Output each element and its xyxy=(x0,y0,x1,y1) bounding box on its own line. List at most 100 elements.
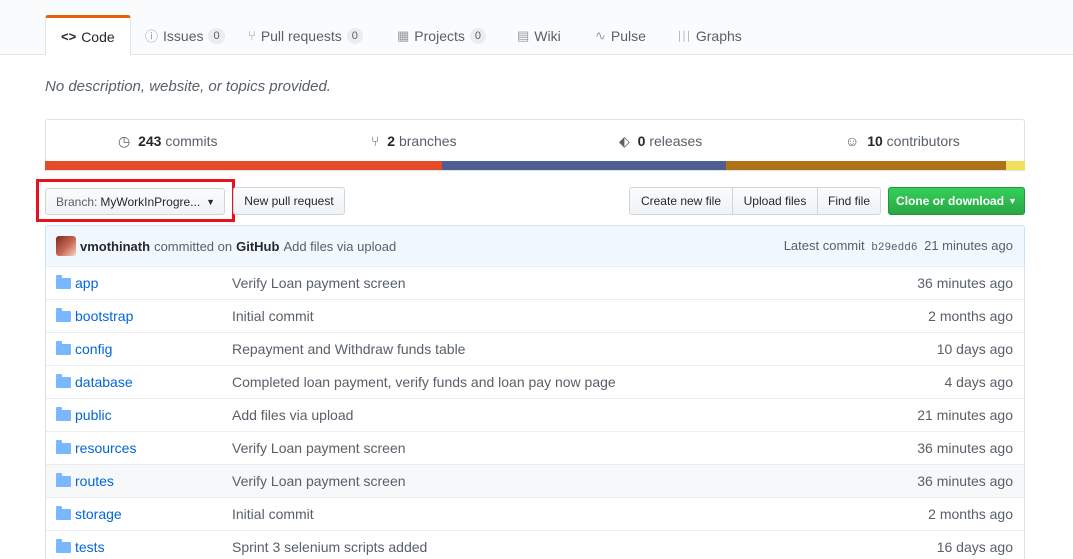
tab-pulse[interactable]: ∿ Pulse xyxy=(595,15,646,56)
branches-link[interactable]: ⑂ 2 branches xyxy=(371,133,457,149)
file-commit-message[interactable]: Add files via upload xyxy=(232,407,353,423)
tab-projects[interactable]: ▦ Projects 0 xyxy=(397,15,486,56)
graph-icon: │││ xyxy=(677,30,692,41)
pull-requests-counter: 0 xyxy=(346,27,363,44)
releases-count: 0 xyxy=(637,133,646,149)
branch-select-button[interactable]: Branch: MyWorkInProgre... ▼ xyxy=(45,188,225,215)
file-name-link[interactable]: database xyxy=(75,374,133,390)
file-name-link[interactable]: storage xyxy=(75,506,122,522)
language-segment xyxy=(45,161,442,170)
tab-graphs[interactable]: │││ Graphs xyxy=(677,15,742,56)
issue-icon: ⓘ xyxy=(145,29,159,44)
file-name-link[interactable]: tests xyxy=(75,539,105,555)
repo-nav: <> Code ⓘ Issues 0 ⑂ Pull requests 0 ▦ P… xyxy=(0,0,1073,56)
file-commit-message[interactable]: Completed loan payment, verify funds and… xyxy=(232,374,616,390)
contributors-count: 10 xyxy=(867,133,883,149)
file-commit-message[interactable]: Verify Loan payment screen xyxy=(232,473,406,489)
file-age: 36 minutes ago xyxy=(917,275,1013,291)
file-commit-message[interactable]: Verify Loan payment screen xyxy=(232,275,406,291)
file-name-link[interactable]: config xyxy=(75,341,112,357)
table-row: config Repayment and Withdraw funds tabl… xyxy=(46,332,1024,365)
tab-wiki[interactable]: ▤ Wiki xyxy=(517,15,561,56)
branches-label: branches xyxy=(398,133,457,149)
tab-label: Pull requests xyxy=(260,27,342,44)
tab-code[interactable]: <> Code xyxy=(45,15,131,56)
tab-label: Issues xyxy=(163,27,204,44)
branches-count: 2 xyxy=(387,133,396,149)
table-row: tests Sprint 3 selenium scripts added 16… xyxy=(46,530,1024,559)
commit-sha[interactable]: b29edd6 xyxy=(871,242,917,254)
file-age: 36 minutes ago xyxy=(917,440,1013,456)
table-row: app Verify Loan payment screen 36 minute… xyxy=(46,266,1024,299)
commit-message[interactable]: Add files via upload xyxy=(283,239,396,254)
upload-files-button[interactable]: Upload files xyxy=(732,187,818,215)
table-row: bootstrap Initial commit 2 months ago xyxy=(46,299,1024,332)
tab-label: Projects xyxy=(414,27,465,44)
clone-label: Clone or download xyxy=(896,194,1005,208)
file-commit-message[interactable]: Sprint 3 selenium scripts added xyxy=(232,539,427,555)
people-icon: ☺ xyxy=(845,133,860,149)
caret-down-icon: ▼ xyxy=(1008,196,1017,206)
create-new-file-button[interactable]: Create new file xyxy=(629,187,733,215)
commits-link[interactable]: ◷ 243 commits xyxy=(118,133,217,150)
tab-issues[interactable]: ⓘ Issues 0 xyxy=(145,15,225,56)
language-segment xyxy=(1006,161,1025,170)
pull-request-icon: ⑂ xyxy=(248,28,256,43)
file-name-link[interactable]: routes xyxy=(75,473,114,489)
file-commit-message[interactable]: Repayment and Withdraw funds table xyxy=(232,341,465,357)
tab-label: Code xyxy=(81,28,115,45)
folder-icon xyxy=(56,538,71,553)
find-file-button[interactable]: Find file xyxy=(817,187,881,215)
file-name-link[interactable]: bootstrap xyxy=(75,308,133,324)
latest-commit-bar: vmothinath committed on GitHub Add files… xyxy=(45,225,1025,267)
folder-icon xyxy=(56,505,71,520)
releases-label: releases xyxy=(649,133,703,149)
projects-counter: 0 xyxy=(469,27,486,44)
file-list: app Verify Loan payment screen 36 minute… xyxy=(45,266,1025,559)
releases-link[interactable]: ⬖ 0 releases xyxy=(619,133,702,150)
file-commit-message[interactable]: Initial commit xyxy=(232,506,314,522)
commits-label: commits xyxy=(165,133,218,149)
file-commit-message[interactable]: Initial commit xyxy=(232,308,314,324)
file-age: 21 minutes ago xyxy=(917,407,1013,423)
file-name-link[interactable]: public xyxy=(75,407,112,423)
clone-or-download-button[interactable]: Clone or download ▼ xyxy=(888,187,1025,215)
folder-icon xyxy=(56,373,71,388)
file-age: 4 days ago xyxy=(944,374,1014,390)
folder-icon xyxy=(56,340,71,355)
table-row: routes Verify Loan payment screen 36 min… xyxy=(46,464,1024,497)
table-row: resources Verify Loan payment screen 36 … xyxy=(46,431,1024,464)
language-segment xyxy=(441,161,727,170)
tab-label: Graphs xyxy=(695,27,742,44)
commit-age: 21 minutes ago xyxy=(924,238,1013,253)
language-bar[interactable] xyxy=(45,161,1025,170)
branch-icon: ⑂ xyxy=(371,133,380,149)
avatar[interactable] xyxy=(56,236,76,256)
book-icon: ▤ xyxy=(517,27,530,43)
folder-icon xyxy=(56,274,71,289)
new-pull-request-button[interactable]: New pull request xyxy=(233,187,345,215)
folder-icon xyxy=(56,406,71,421)
commits-count: 243 xyxy=(138,133,162,149)
file-name-link[interactable]: resources xyxy=(75,440,136,456)
latest-commit-info: Latest commit b29edd6 21 minutes ago xyxy=(784,238,1013,254)
file-age: 36 minutes ago xyxy=(917,473,1013,489)
tab-label: Wiki xyxy=(534,27,561,44)
commit-author[interactable]: vmothinath xyxy=(80,239,150,254)
contributors-link[interactable]: ☺ 10 contributors xyxy=(845,133,960,149)
commit-platform: GitHub xyxy=(236,238,280,254)
file-commit-message[interactable]: Verify Loan payment screen xyxy=(232,440,406,456)
committed-on-text: committed on xyxy=(154,238,233,254)
folder-icon xyxy=(56,472,71,487)
file-age: 10 days ago xyxy=(936,341,1013,357)
branch-select-value: MyWorkInProgre... xyxy=(100,194,201,209)
file-name-link[interactable]: app xyxy=(75,275,98,291)
caret-down-icon: ▼ xyxy=(206,196,216,207)
table-row: public Add files via upload 21 minutes a… xyxy=(46,398,1024,431)
project-icon: ▦ xyxy=(397,27,410,43)
repo-description: No description, website, or topics provi… xyxy=(45,78,331,95)
file-age: 16 days ago xyxy=(936,539,1013,555)
branch-select-label: Branch: xyxy=(56,194,98,209)
folder-icon xyxy=(56,439,71,454)
tab-pull-requests[interactable]: ⑂ Pull requests 0 xyxy=(248,15,363,56)
